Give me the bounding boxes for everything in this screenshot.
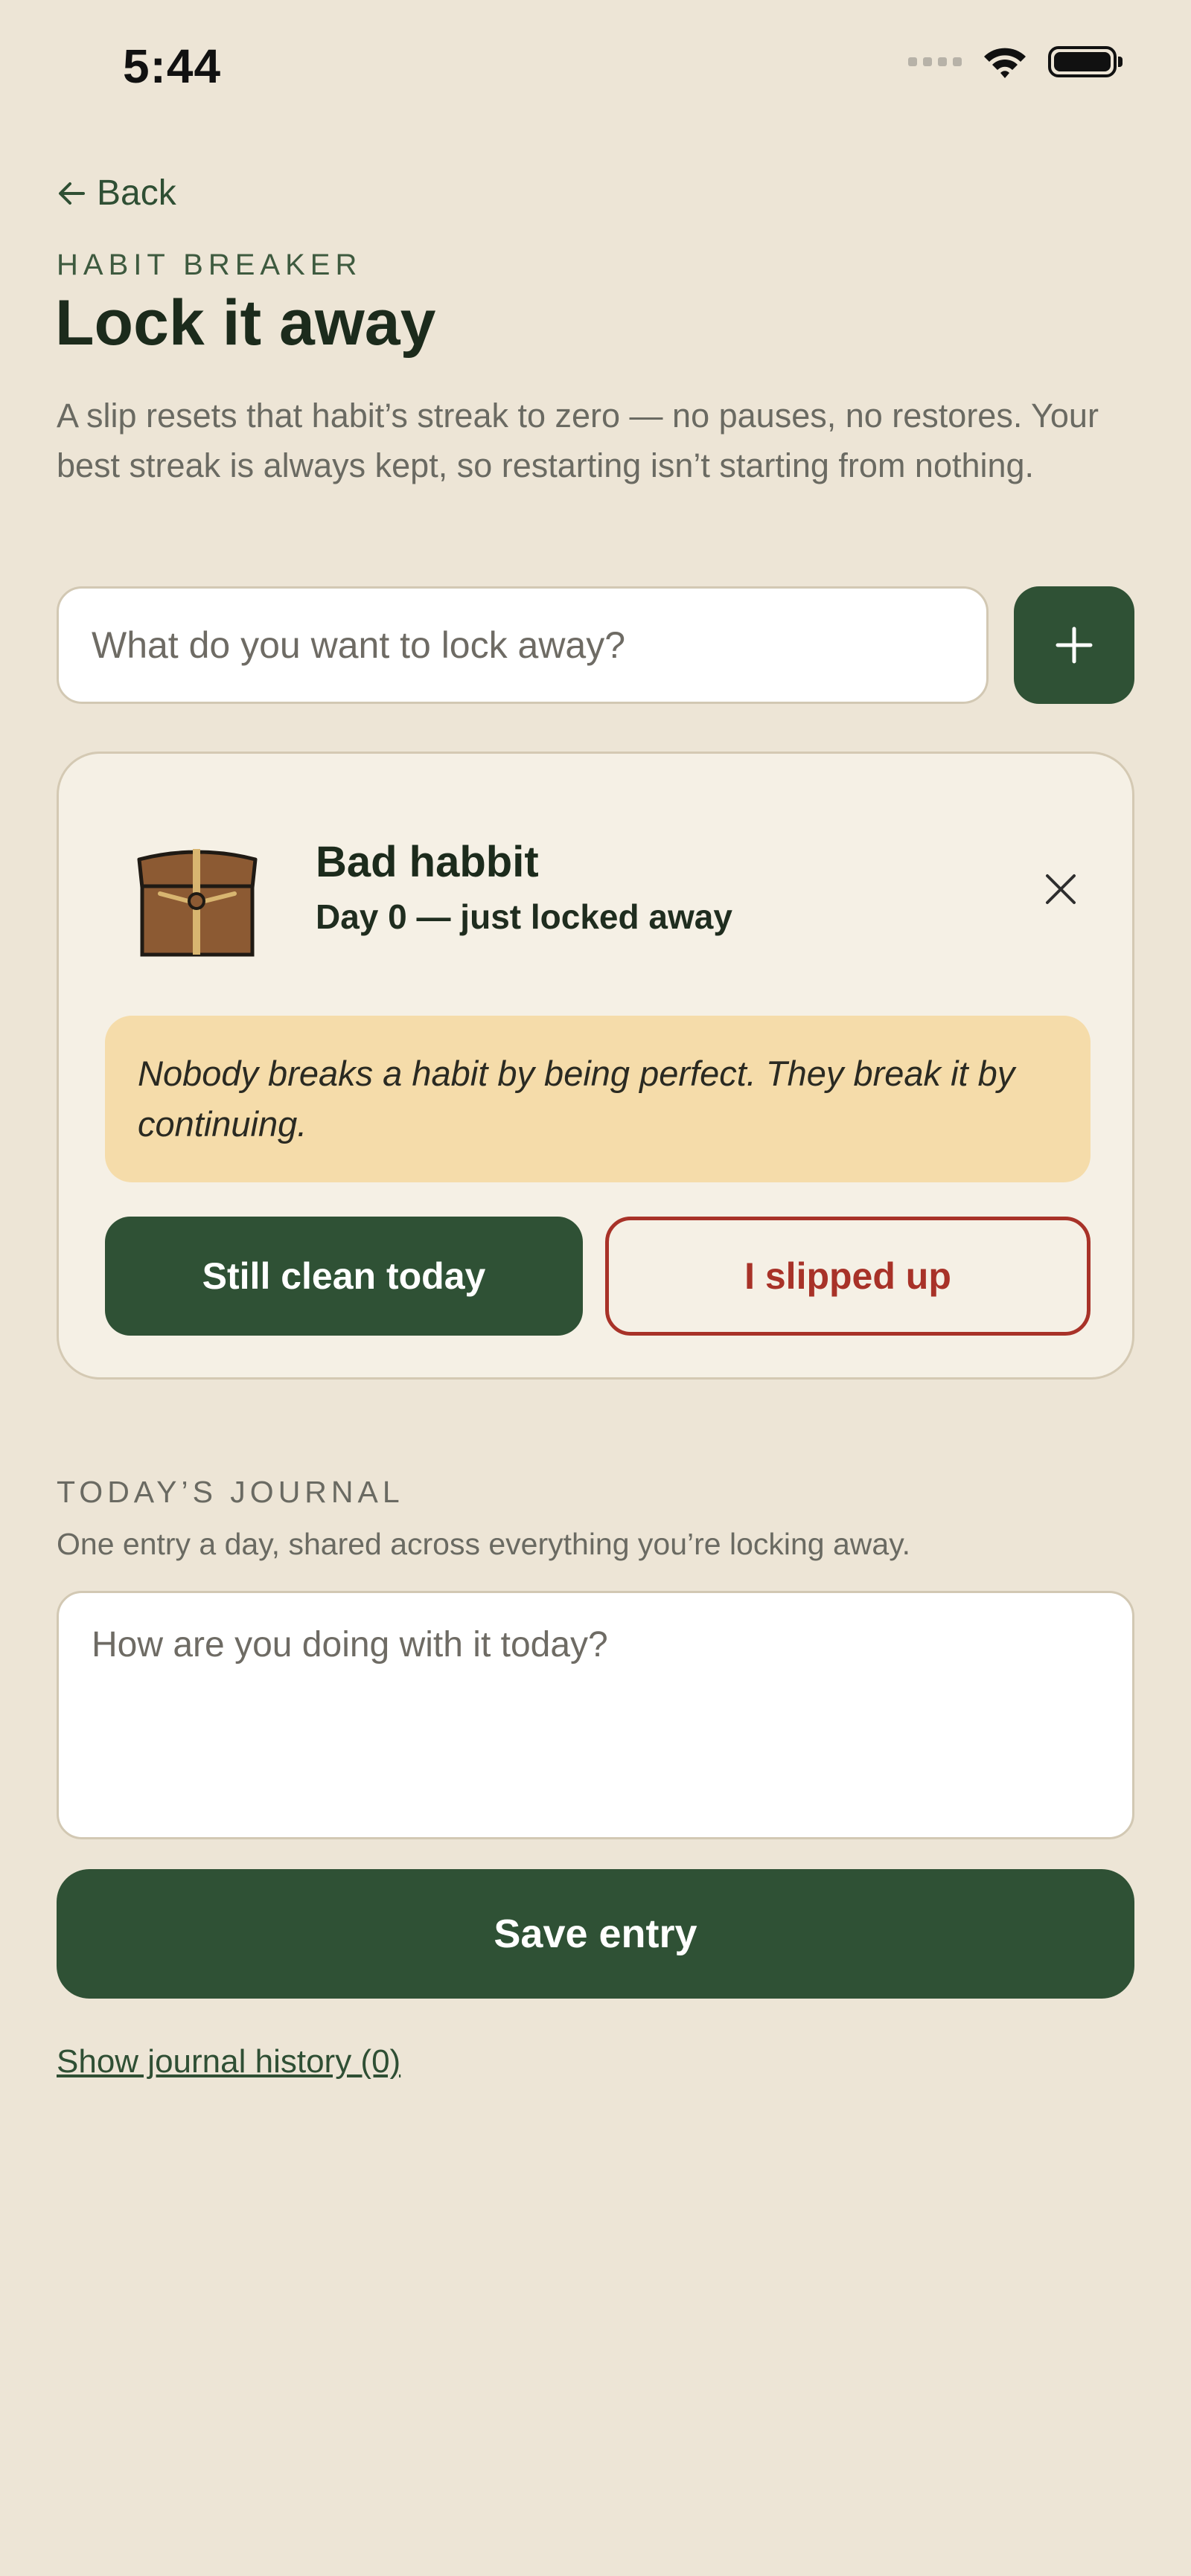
- status-time: 5:44: [123, 39, 222, 93]
- still-clean-button[interactable]: Still clean today: [105, 1217, 583, 1336]
- cellular-signal-icon: [908, 57, 962, 66]
- journal-heading: TODAY’S JOURNAL: [57, 1475, 404, 1509]
- habit-input[interactable]: [57, 586, 989, 704]
- journal-entry-field[interactable]: [57, 1591, 1134, 1839]
- treasure-chest-icon: [137, 849, 258, 957]
- add-habit-button[interactable]: [1014, 586, 1134, 704]
- back-label: Back: [97, 173, 176, 213]
- page-description: A slip resets that habit’s streak to zer…: [57, 397, 1099, 484]
- arrow-left-icon: [59, 182, 85, 205]
- habit-card: Bad habbit Day 0 — just locked away Nobo…: [57, 752, 1134, 1380]
- journal-subheading: One entry a day, shared across everythin…: [57, 1527, 911, 1561]
- motivation-quote: Nobody breaks a habit by being perfect. …: [105, 1016, 1091, 1182]
- section-eyebrow: HABIT BREAKER: [57, 249, 363, 281]
- habit-name: Bad habbit: [316, 838, 539, 886]
- wifi-icon: [984, 48, 1026, 78]
- page-title: Lock it away: [55, 287, 436, 359]
- save-entry-button[interactable]: Save entry: [57, 1869, 1134, 1999]
- close-icon: [1046, 874, 1076, 904]
- plus-icon: [1056, 627, 1093, 664]
- battery-icon: [1048, 46, 1123, 77]
- status-icons: [908, 43, 1123, 80]
- habit-streak-status: Day 0 — just locked away: [316, 897, 732, 936]
- slipped-up-button[interactable]: I slipped up: [605, 1217, 1091, 1336]
- back-button[interactable]: Back: [57, 173, 176, 214]
- journal-history-link[interactable]: Show journal history (0): [57, 2043, 400, 2080]
- remove-habit-button[interactable]: [1037, 865, 1085, 913]
